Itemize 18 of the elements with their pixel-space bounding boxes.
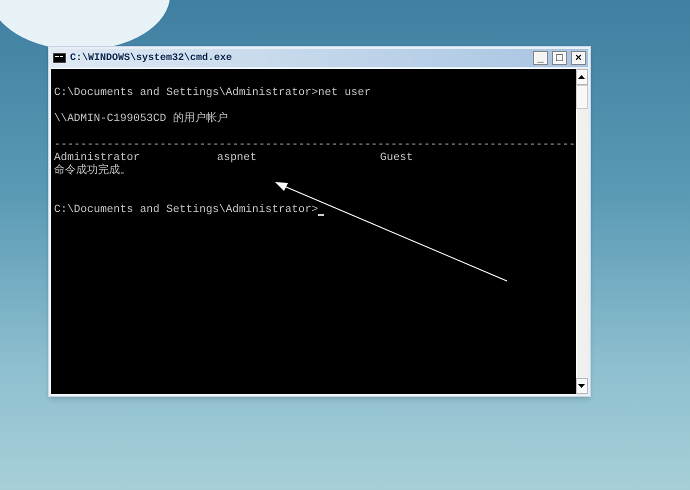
console-text: C:\Documents and Settings\Administrator>net user: [54, 87, 371, 99]
console-icon: [53, 53, 66, 63]
window-button[interactable]: _: [533, 51, 548, 65]
user-name: Administrator: [54, 152, 140, 164]
up-triangle-icon: [578, 75, 586, 79]
console-text: 命令成功完成。: [54, 165, 131, 177]
scroll-down-button[interactable]: [576, 378, 588, 394]
window-button[interactable]: ×: [571, 51, 586, 65]
prompt-text: C:\Documents and Settings\Administrator>: [54, 204, 318, 217]
user-name: Guest: [380, 152, 414, 164]
dashed-rule: -------------------------------------------------------------------------------: [54, 139, 576, 151]
scroll-up-button[interactable]: [576, 69, 588, 85]
window-title: C:\WINDOWS\system32\cmd.exe: [70, 52, 232, 66]
scroll-thumb[interactable]: [576, 85, 588, 109]
down-triangle-icon: [578, 384, 586, 388]
window-button[interactable]: □: [552, 51, 567, 65]
user-name: aspnet: [217, 152, 257, 164]
console-text: \\ADMIN-C199053CD 的用户帐户: [54, 113, 228, 125]
